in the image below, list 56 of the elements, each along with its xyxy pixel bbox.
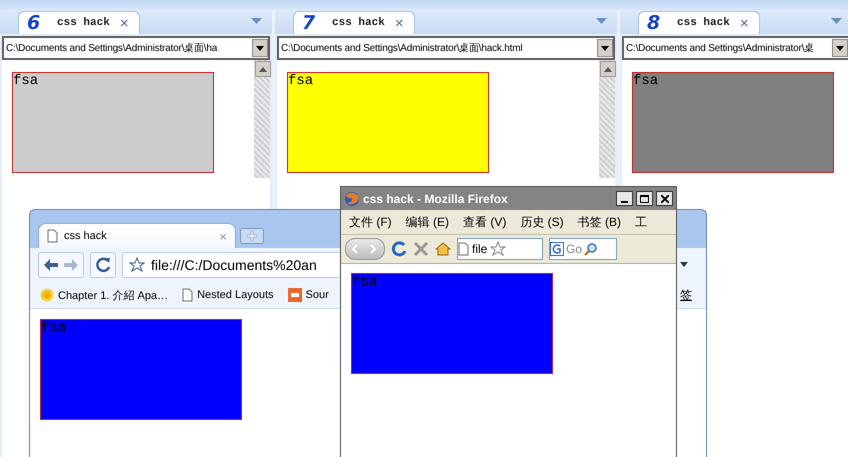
bookmark-link[interactable]: Chapter 1. 介紹 Apa… <box>40 288 168 302</box>
colored-box: fsa <box>40 319 242 420</box>
maximize-button[interactable] <box>636 191 653 206</box>
colored-box: fsa <box>287 72 489 173</box>
star-icon[interactable] <box>490 241 506 257</box>
up-arrow-icon[interactable] <box>604 66 612 72</box>
url-field[interactable]: file <box>457 238 543 260</box>
browser-tab[interactable]: css hack × <box>38 223 236 248</box>
menu-item[interactable]: 文件 (F) <box>349 214 392 230</box>
window-title: css hack - Mozilla Firefox <box>363 192 509 206</box>
menu-item[interactable]: 工 <box>635 214 648 230</box>
reload-icon[interactable] <box>391 241 407 257</box>
menu-item[interactable]: 书签 (B) <box>578 214 622 230</box>
page-icon <box>47 229 58 243</box>
back-forward-button[interactable] <box>345 238 385 260</box>
search-icon[interactable] <box>584 242 598 256</box>
star-icon[interactable] <box>129 257 145 273</box>
maximize-icon[interactable] <box>640 194 649 202</box>
page-icon <box>182 288 194 302</box>
bookmark-link[interactable]: Sour <box>288 288 329 302</box>
square-logo-icon <box>288 288 302 302</box>
page-icon <box>458 242 469 256</box>
close-button[interactable] <box>656 191 673 206</box>
address-field[interactable]: C:\Documents and Settings\Administrator\桌面\hack.html <box>277 36 615 60</box>
address-field[interactable]: C:\Documents and Settings\Administrator\桌面\ha <box>2 36 270 60</box>
colored-box: fsa <box>351 273 553 374</box>
letter-g-icon <box>550 242 564 256</box>
search-field[interactable]: Go <box>549 238 617 260</box>
scrollbar[interactable] <box>254 60 270 178</box>
dropdown-icon[interactable] <box>836 46 844 50</box>
browser-tab[interactable]: 8 css hack × <box>638 11 760 34</box>
dropdown-icon[interactable] <box>601 46 609 50</box>
dropdown-icon[interactable] <box>680 262 688 267</box>
home-icon[interactable] <box>435 241 451 257</box>
up-arrow-icon[interactable] <box>259 66 267 72</box>
url-field[interactable]: file:///C:/Documents%20an <box>122 252 339 278</box>
bookmarks-link[interactable]: 签 <box>680 287 692 304</box>
sun-icon <box>40 288 54 302</box>
menu-item[interactable]: 编辑 (E) <box>406 214 449 230</box>
minimize-button[interactable] <box>616 191 633 206</box>
menu-item[interactable]: 查看 (V) <box>463 214 506 230</box>
menu-item[interactable]: 历史 (S) <box>520 214 564 230</box>
reload-icon[interactable] <box>95 257 111 273</box>
bookmark-link[interactable]: Nested Layouts <box>182 288 274 302</box>
scrollbar[interactable] <box>599 60 615 178</box>
new-tab-button[interactable] <box>240 228 264 244</box>
address-field[interactable]: C:\Documents and Settings\Administrator\桌 <box>622 36 848 60</box>
colored-box: fsa <box>12 72 214 173</box>
browser-tab[interactable]: 7 css hack × <box>293 11 415 34</box>
colored-box: fsa <box>632 72 834 173</box>
close-icon[interactable] <box>660 194 668 202</box>
browser-tab[interactable]: 6 css hack × <box>18 11 140 34</box>
back-icon[interactable] <box>43 258 59 272</box>
dropdown-icon[interactable] <box>256 46 264 50</box>
globe-icon <box>344 190 360 206</box>
plus-icon[interactable] <box>247 231 257 241</box>
